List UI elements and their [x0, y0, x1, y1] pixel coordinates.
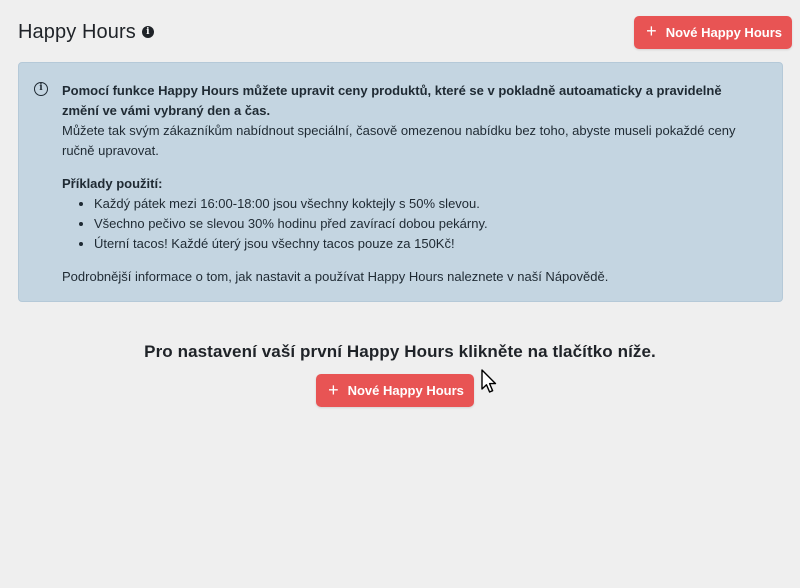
mouse-pointer-icon — [481, 369, 497, 393]
examples-list: Každý pátek mezi 16:00-18:00 jsou všechn… — [94, 194, 762, 254]
title-group: Happy Hours i — [18, 21, 154, 44]
list-item: Každý pátek mezi 16:00-18:00 jsou všechn… — [94, 194, 762, 214]
empty-state-button-wrap: + Nové Happy Hours — [0, 374, 800, 407]
more-info-text: Podrobnější informace o tom, jak nastavi… — [62, 269, 609, 284]
examples-heading: Příklady použití: — [62, 176, 163, 191]
empty-state-new-happy-hours-button[interactable]: + Nové Happy Hours — [316, 374, 474, 407]
plus-icon: + — [328, 379, 339, 400]
list-item: Úterní tacos! Každé úterý jsou všechny t… — [94, 234, 762, 254]
intro-text: Můžete tak svým zákazníkům nabídnout spe… — [62, 123, 736, 158]
page: Happy Hours i + Nové Happy Hours i Pomoc… — [0, 0, 800, 588]
list-item: Všechno pečivo se slevou 30% hodinu před… — [94, 214, 762, 234]
plus-icon: + — [646, 21, 657, 41]
info-circle-icon[interactable]: i — [141, 26, 154, 38]
new-happy-hours-button-label: Nové Happy Hours — [665, 24, 782, 40]
new-happy-hours-button[interactable]: + Nové Happy Hours — [634, 15, 792, 49]
info-panel: i Pomocí funkce Happy Hours můžete uprav… — [18, 62, 783, 302]
intro-bold-text: Pomocí funkce Happy Hours můžete upravit… — [62, 83, 722, 118]
page-header: Happy Hours i + Nové Happy Hours — [18, 15, 792, 49]
empty-state-button-label: Nové Happy Hours — [347, 383, 464, 398]
page-title: Happy Hours — [18, 20, 136, 43]
info-circle-icon: i — [34, 82, 48, 96]
empty-state: Pro nastavení vaší první Happy Hours kli… — [0, 342, 800, 407]
empty-state-text: Pro nastavení vaší první Happy Hours kli… — [144, 342, 656, 361]
